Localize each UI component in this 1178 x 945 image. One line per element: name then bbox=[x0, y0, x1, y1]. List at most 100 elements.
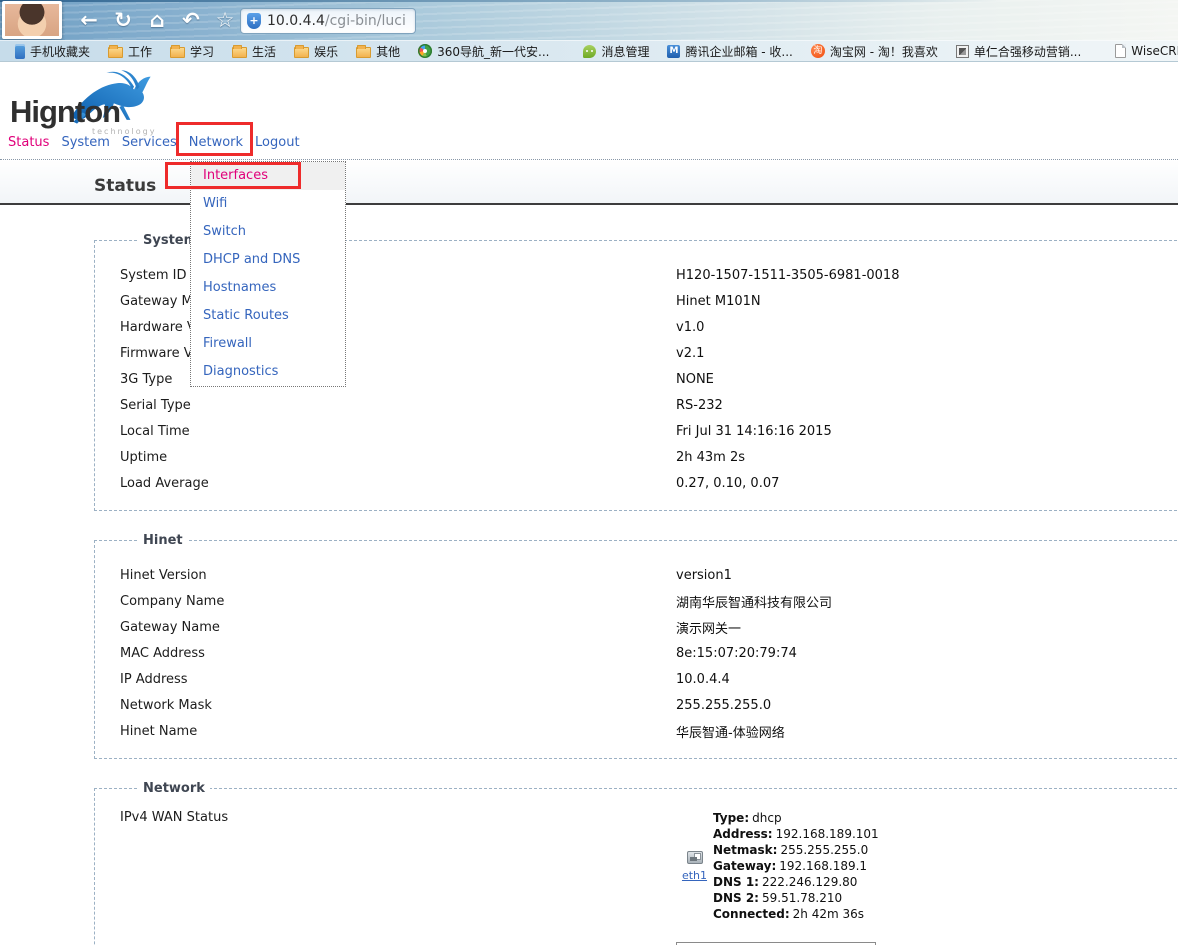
row-label: Serial Type bbox=[120, 398, 676, 413]
address-bar[interactable]: + 10.0.4.4/cgi-bin/luci bbox=[240, 8, 416, 34]
section-hinet-legend: Hinet bbox=[138, 533, 188, 548]
luci-page: Hignton technology Status System Service… bbox=[0, 62, 1178, 945]
row-value: H120-1507-1511-3505-6981-0018 bbox=[676, 268, 899, 283]
dropdown-item-firewall[interactable]: Firewall bbox=[191, 330, 345, 358]
row-value: v2.1 bbox=[676, 346, 704, 361]
bookmark-label: 娱乐 bbox=[314, 43, 338, 60]
table-row: Hinet Versionversion1 bbox=[120, 562, 1178, 588]
wan-detail-line: Gateway:192.168.189.1 bbox=[713, 858, 879, 874]
dropdown-item-dhcp-dns[interactable]: DHCP and DNS bbox=[191, 246, 345, 274]
360-nav-icon bbox=[418, 44, 432, 58]
wan-detail-line: DNS 1:222.246.129.80 bbox=[713, 874, 879, 890]
home-icon[interactable]: ⌂ bbox=[140, 5, 174, 35]
table-row: MAC Address8e:15:07:20:79:74 bbox=[120, 640, 1178, 666]
menu-system[interactable]: System bbox=[61, 135, 109, 150]
row-value: 湖南华辰智通科技有限公司 bbox=[676, 592, 832, 611]
network-dropdown-menu: Interfaces Wifi Switch DHCP and DNS Host… bbox=[190, 161, 346, 387]
favorites-star-icon[interactable]: ☆ bbox=[208, 5, 242, 35]
bookmark-folder-life[interactable]: 生活 bbox=[223, 43, 285, 60]
site-security-shield-icon[interactable]: + bbox=[247, 13, 261, 29]
main-menu: Status System Services Network Logout bbox=[8, 135, 300, 150]
bookmark-label: 学习 bbox=[190, 43, 214, 60]
dropdown-item-static-routes[interactable]: Static Routes bbox=[191, 302, 345, 330]
bookmark-folder-work[interactable]: 工作 bbox=[99, 43, 161, 60]
bookmark-taobao[interactable]: 淘淘宝网 - 淘！我喜欢 bbox=[802, 43, 947, 60]
menu-services[interactable]: Services bbox=[122, 135, 177, 150]
annotation-box-network bbox=[176, 122, 253, 156]
bookmark-folder-fun[interactable]: 娱乐 bbox=[285, 43, 347, 60]
page-icon bbox=[1115, 44, 1126, 58]
dropdown-item-diagnostics[interactable]: Diagnostics bbox=[191, 358, 345, 386]
taobao-icon: 淘 bbox=[811, 44, 825, 58]
row-value: v1.0 bbox=[676, 320, 704, 335]
table-row: Load Average0.27, 0.10, 0.07 bbox=[120, 470, 1178, 496]
section-hinet: Hinet Hinet Versionversion1 Company Name… bbox=[94, 533, 1178, 759]
url-text[interactable]: 10.0.4.4/cgi-bin/luci bbox=[267, 13, 406, 29]
bookmark-wisecrm[interactable]: WiseCRM NBS - ... bbox=[1106, 44, 1178, 58]
active-connections-row: Active Connections 27 / 16384 (0%) bbox=[120, 938, 1178, 945]
undo-icon[interactable]: ↶ bbox=[174, 5, 208, 35]
phone-icon bbox=[15, 44, 25, 59]
url-host[interactable]: 10.0.4.4 bbox=[267, 13, 325, 29]
row-label: Uptime bbox=[120, 450, 676, 465]
wan-status-row: IPv4 WAN Status eth1 Type:dhcp Address:1… bbox=[120, 810, 1178, 922]
row-value: 华辰智通-体验网络 bbox=[676, 722, 785, 741]
bookmark-label: 工作 bbox=[128, 43, 152, 60]
user-avatar[interactable] bbox=[2, 1, 62, 39]
row-value: Hinet M101N bbox=[676, 294, 761, 309]
screenshot-root: ← ↻ ⌂ ↶ ☆ ⊞ + 10.0.4.4/cgi-bin/luci 手机收藏… bbox=[0, 0, 1178, 945]
chat-bubble-icon bbox=[583, 45, 596, 58]
menu-logout[interactable]: Logout bbox=[255, 135, 300, 150]
folder-icon bbox=[294, 47, 309, 58]
row-label: Hinet Version bbox=[120, 568, 676, 583]
url-path[interactable]: /cgi-bin/luci bbox=[325, 13, 406, 29]
table-row: IP Address10.0.4.4 bbox=[120, 666, 1178, 692]
bookmark-label: 360导航_新一代安... bbox=[437, 43, 549, 60]
row-value: 演示网关一 bbox=[676, 618, 741, 637]
section-network: Network IPv4 WAN Status eth1 Type:dhcp A… bbox=[94, 781, 1178, 945]
table-row: Gateway Name演示网关一 bbox=[120, 614, 1178, 640]
row-label: IPv4 WAN Status bbox=[120, 810, 676, 825]
bookmark-folder-other[interactable]: 其他 bbox=[347, 43, 409, 60]
bookmark-tencent-mail[interactable]: M腾讯企业邮箱 - 收... bbox=[658, 43, 801, 60]
table-row: Uptime2h 43m 2s bbox=[120, 444, 1178, 470]
table-row: Company Name湖南华辰智通科技有限公司 bbox=[120, 588, 1178, 614]
bookmark-360nav[interactable]: 360导航_新一代安... bbox=[409, 43, 558, 60]
bookmark-mobile-favorites[interactable]: 手机收藏夹 bbox=[6, 43, 99, 60]
row-label: Local Time bbox=[120, 424, 676, 439]
bookmark-folder-study[interactable]: 学习 bbox=[161, 43, 223, 60]
dropdown-item-hostnames[interactable]: Hostnames bbox=[191, 274, 345, 302]
row-label: MAC Address bbox=[120, 646, 676, 661]
refresh-icon[interactable]: ↻ bbox=[106, 5, 140, 35]
row-label: Company Name bbox=[120, 594, 676, 609]
wan-detail-line: Type:dhcp bbox=[713, 810, 879, 826]
folder-icon bbox=[170, 47, 185, 58]
row-label: Gateway Name bbox=[120, 620, 676, 635]
wan-status-value: eth1 Type:dhcp Address:192.168.189.101 N… bbox=[676, 810, 879, 922]
bookmark-label: 手机收藏夹 bbox=[30, 43, 90, 60]
bookmark-label: WiseCRM NBS - ... bbox=[1131, 44, 1178, 58]
bookmark-message-manager[interactable]: 消息管理 bbox=[574, 43, 658, 60]
dropdown-item-wifi[interactable]: Wifi bbox=[191, 190, 345, 218]
wan-details: Type:dhcp Address:192.168.189.101 Netmas… bbox=[713, 810, 879, 922]
row-value: 10.0.4.4 bbox=[676, 672, 730, 687]
dropdown-item-switch[interactable]: Switch bbox=[191, 218, 345, 246]
section-network-legend: Network bbox=[138, 781, 210, 796]
row-value: 2h 43m 2s bbox=[676, 450, 745, 465]
interface-link-eth1[interactable]: eth1 bbox=[676, 869, 713, 882]
folder-icon bbox=[356, 47, 371, 58]
bookmarks-bar: 手机收藏夹 工作 学习 生活 娱乐 其他 360导航_新一代安... 消息管理 … bbox=[0, 40, 1178, 62]
page-title: Status bbox=[94, 176, 156, 196]
bookmark-label: 消息管理 bbox=[601, 43, 649, 60]
table-row: Hinet Name华辰智通-体验网络 bbox=[120, 718, 1178, 744]
bookmark-label: 其他 bbox=[376, 43, 400, 60]
row-label: IP Address bbox=[120, 672, 676, 687]
row-label: Hinet Name bbox=[120, 724, 676, 739]
bookmark-danren-marketing[interactable]: 单仁合强移动营销... bbox=[947, 43, 1090, 60]
row-label: Load Average bbox=[120, 476, 676, 491]
row-value: 0.27, 0.10, 0.07 bbox=[676, 476, 779, 491]
menu-status[interactable]: Status bbox=[8, 135, 49, 150]
back-icon[interactable]: ← bbox=[72, 5, 106, 35]
row-value: Fri Jul 31 14:16:16 2015 bbox=[676, 424, 832, 439]
wan-detail-line: Address:192.168.189.101 bbox=[713, 826, 879, 842]
